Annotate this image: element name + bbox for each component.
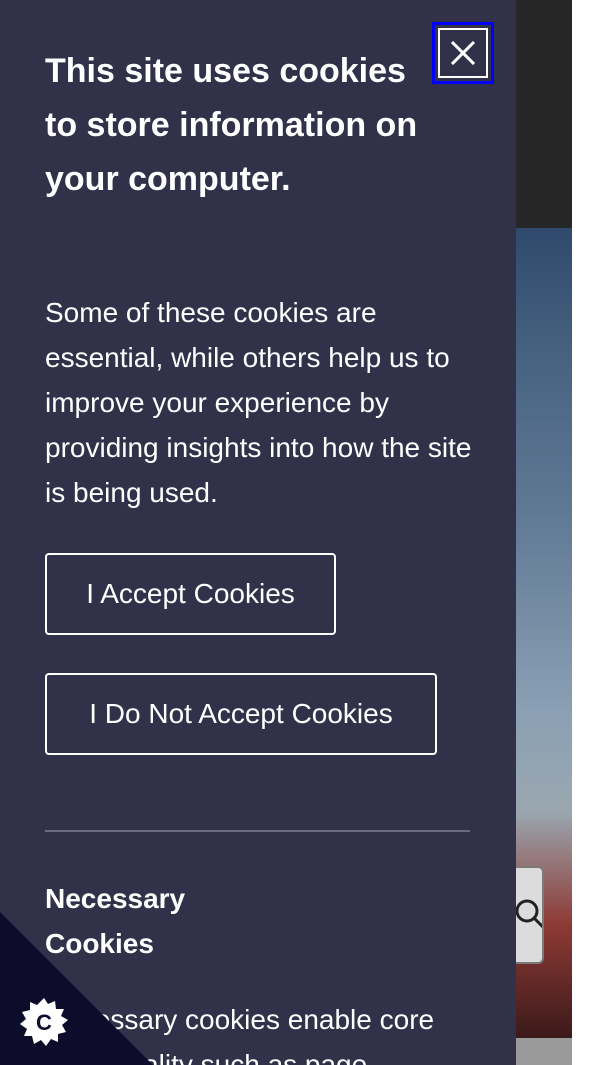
close-button[interactable] xyxy=(432,22,494,84)
cookie-consent-panel: This site uses cookies to store informat… xyxy=(0,0,516,1065)
background-header xyxy=(516,0,572,228)
decline-cookies-button[interactable]: I Do Not Accept Cookies xyxy=(45,673,437,755)
accept-cookies-button[interactable]: I Accept Cookies xyxy=(45,553,336,635)
search-icon xyxy=(516,899,542,929)
background-search-button xyxy=(516,866,544,964)
background-footer xyxy=(516,1038,572,1065)
close-icon xyxy=(438,28,488,78)
section-divider xyxy=(45,830,470,832)
cookie-icon-letter: C xyxy=(36,1010,52,1035)
page-edge xyxy=(572,0,600,1065)
cookie-icon[interactable]: C xyxy=(18,996,70,1048)
consent-title: This site uses cookies to store informat… xyxy=(45,52,418,198)
consent-intro-text: Some of these cookies are essential, whi… xyxy=(45,297,472,508)
background-page xyxy=(516,0,572,1065)
